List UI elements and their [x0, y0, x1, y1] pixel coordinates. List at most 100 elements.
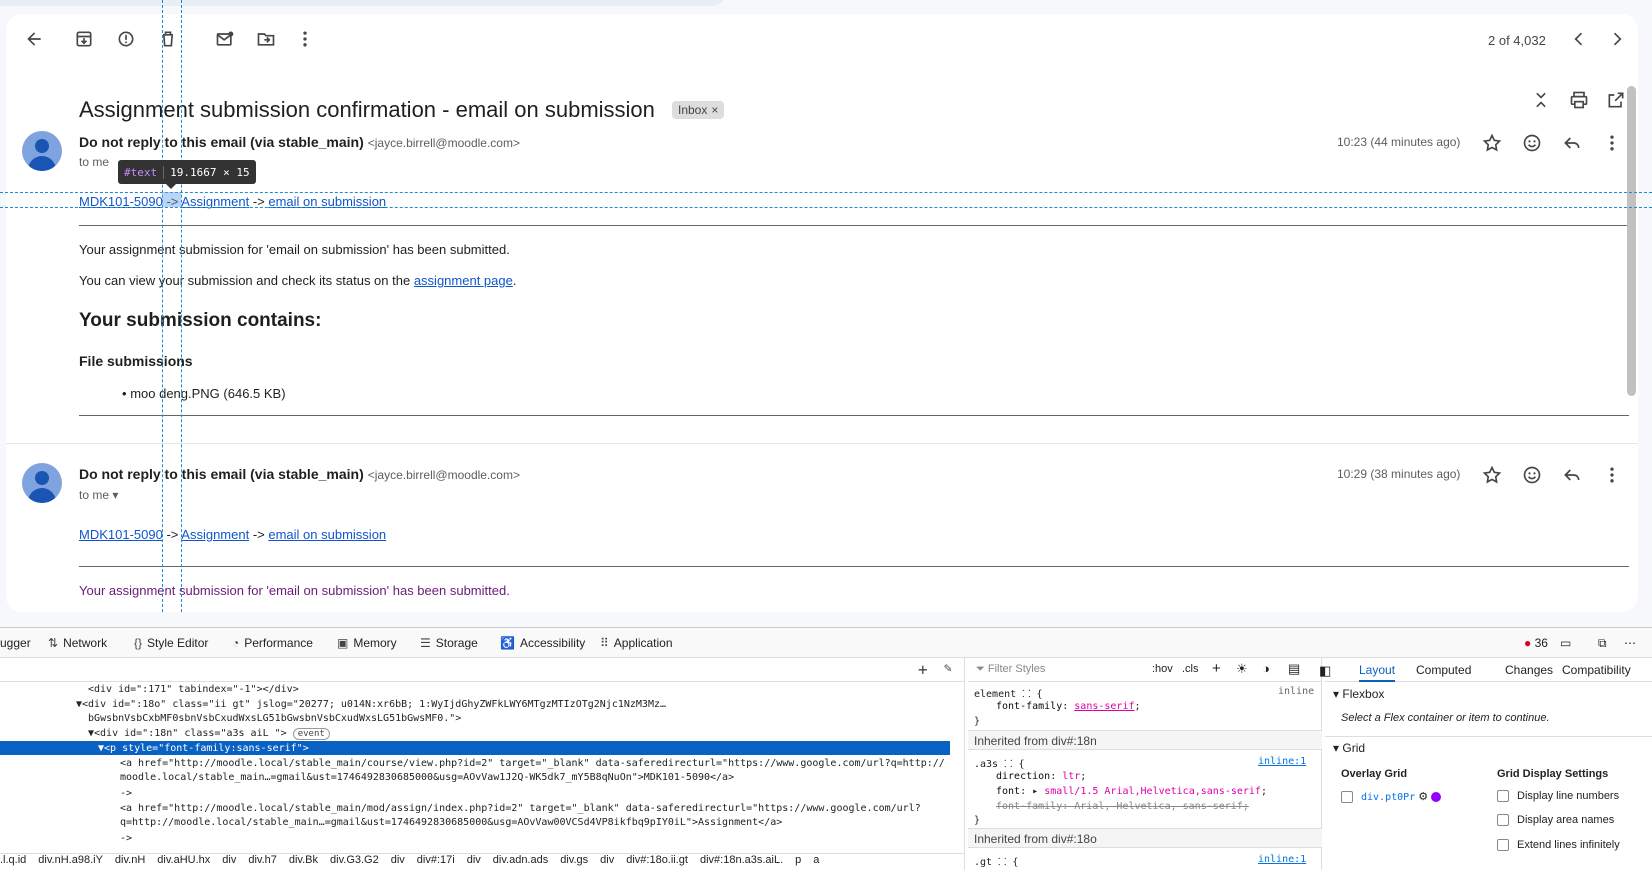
more-vert-icon[interactable]	[290, 24, 320, 54]
tab-changes[interactable]: Changes	[1505, 663, 1553, 677]
reply-icon[interactable]	[1560, 131, 1584, 155]
assignment-page-link[interactable]: assignment page	[414, 273, 513, 288]
flexbox-section[interactable]: ▾ Flexbox	[1325, 683, 1652, 705]
html-line[interactable]: ▼<div id=":18n" class="a3s aiL "> event	[88, 728, 330, 740]
filter-styles-input[interactable]: ⏷ Filter Styles	[976, 663, 1045, 676]
breadcrumb-node[interactable]: div	[391, 854, 405, 866]
chevron-left-icon[interactable]	[1564, 24, 1594, 54]
error-count[interactable]: ● 36	[1524, 636, 1548, 650]
display-area-names-option[interactable]: Display area names	[1497, 814, 1614, 827]
overridden-declaration[interactable]: font-family: Arial, Helvetica, sans-seri…	[996, 801, 1249, 812]
tab-performance[interactable]: ◔ Performance	[232, 636, 313, 650]
more-vert-icon[interactable]	[1600, 463, 1624, 487]
html-line[interactable]: ▼<div id=":18o" class="ii gt" jslog="202…	[76, 699, 666, 710]
responsive-mode-icon[interactable]: ▭	[1560, 636, 1571, 650]
html-line[interactable]: moodle.local/stable_main…=gmail&ust=1746…	[120, 772, 734, 783]
star-icon[interactable]	[1480, 131, 1504, 155]
breadcrumb-node[interactable]: p	[795, 854, 801, 866]
grid-section[interactable]: ▾ Grid	[1325, 736, 1652, 758]
breadcrumb-node[interactable]: div#:18o.ii.gt	[626, 854, 688, 866]
emoji-icon[interactable]	[1520, 131, 1544, 155]
arrow-back-icon[interactable]	[19, 24, 49, 54]
tab-memory[interactable]: ▣ Memory	[337, 636, 397, 650]
display-line-numbers-option[interactable]: Display line numbers	[1497, 790, 1619, 803]
extend-lines-option[interactable]: Extend lines infinitely	[1497, 839, 1620, 852]
breadcrumb-node[interactable]: div.nH.a98.iY	[38, 854, 103, 866]
scrollbar[interactable]	[1624, 74, 1638, 594]
avatar[interactable]	[22, 131, 62, 171]
html-line[interactable]: <a href="http://moodle.local/stable_main…	[120, 758, 945, 769]
rule-source-link[interactable]: inline:1	[1258, 854, 1306, 865]
grid-overlay-checkbox[interactable]	[1341, 791, 1353, 804]
breadcrumb-node[interactable]: a	[813, 854, 819, 866]
breadcrumb-node[interactable]: div	[600, 854, 614, 866]
course-link[interactable]: MDK101-5090	[79, 527, 163, 542]
tab-debugger[interactable]: ugger	[0, 636, 31, 650]
label-chip-inbox[interactable]: Inbox ×	[672, 101, 725, 119]
tab-accessibility[interactable]: ♿ Accessibility	[500, 636, 585, 650]
breadcrumb-node[interactable]: div	[467, 854, 481, 866]
html-line[interactable]: bGwsbnVsbCxbMF0sbnVsbCxudWxsLG51bGwsbnVs…	[76, 713, 461, 724]
star-icon[interactable]	[1480, 463, 1504, 487]
html-line-selected[interactable]: ▼<p style="font-family:sans-serif">	[98, 743, 309, 754]
close-icon[interactable]: ×	[711, 103, 718, 117]
breadcrumb-node[interactable]: div.G3.G2	[330, 854, 379, 866]
toggle-sidebar-icon[interactable]: ◧	[1319, 663, 1331, 679]
print-icon[interactable]	[1567, 88, 1591, 112]
cls-toggle[interactable]: .cls	[1182, 663, 1199, 675]
grid-color-swatch[interactable]	[1431, 792, 1442, 803]
chevron-right-icon[interactable]	[1602, 24, 1632, 54]
hov-toggle[interactable]: :hov	[1152, 663, 1173, 675]
style-declaration[interactable]: font: ▸ small/1.5 Arial,Helvetica,sans-s…	[996, 786, 1267, 797]
submission-link[interactable]: email on submission	[268, 527, 386, 542]
scrollbar-thumb[interactable]	[1627, 86, 1636, 396]
mark-unread-icon[interactable]	[210, 24, 240, 54]
breadcrumb-node[interactable]: div.adn.ads	[493, 854, 548, 866]
avatar[interactable]	[22, 463, 62, 503]
html-line[interactable]: <a href="http://moodle.local/stable_main…	[120, 803, 921, 814]
reply-icon[interactable]	[1560, 463, 1584, 487]
collapse-all-icon[interactable]	[1529, 88, 1553, 112]
grid-item-row[interactable]: div.pt0Pr ⚙	[1341, 790, 1442, 804]
checkbox[interactable]	[1497, 790, 1509, 803]
eyedropper-icon[interactable]: ✎	[944, 661, 952, 676]
more-vert-icon[interactable]	[1600, 131, 1624, 155]
report-spam-icon[interactable]	[111, 24, 141, 54]
breadcrumb-node[interactable]: div	[222, 854, 236, 866]
tab-computed[interactable]: Computed	[1416, 663, 1471, 677]
rule-source-link[interactable]: inline:1	[1258, 756, 1306, 767]
breadcrumb-node[interactable]: div.nH	[115, 854, 145, 866]
tab-network[interactable]: ⇅ Network	[48, 636, 107, 650]
more-horiz-icon[interactable]: ⋯	[1624, 636, 1636, 650]
tab-storage[interactable]: ☰ Storage	[420, 636, 478, 650]
checkbox[interactable]	[1497, 814, 1509, 827]
style-declaration[interactable]: font-family: sans-serif;	[996, 701, 1141, 712]
archive-icon[interactable]	[69, 24, 99, 54]
light-theme-icon[interactable]: ☀	[1236, 661, 1248, 677]
expand-triangle-icon[interactable]: ▸	[1032, 786, 1038, 797]
recipient-line[interactable]: to me ▾	[79, 488, 118, 502]
tab-layout[interactable]: Layout	[1359, 663, 1396, 682]
tab-style-editor[interactable]: {} Style Editor	[134, 636, 208, 650]
add-node-icon[interactable]: +	[918, 660, 928, 679]
delete-icon[interactable]	[153, 24, 183, 54]
html-line[interactable]: ->	[120, 788, 132, 799]
style-declaration[interactable]: direction: ltr;	[996, 771, 1086, 782]
add-rule-icon[interactable]: +	[1212, 660, 1221, 677]
breadcrumb-node[interactable]: div#:18n.a3s.aiL.	[700, 854, 783, 866]
emoji-icon[interactable]	[1520, 463, 1544, 487]
breadcrumb-node[interactable]: div.aHU.hx	[157, 854, 210, 866]
target-icon[interactable]: ⚙	[1418, 791, 1428, 803]
event-badge[interactable]: event	[292, 728, 330, 740]
element-rule[interactable]: element ⸬ {	[974, 686, 1043, 700]
html-line[interactable]: <div id=":171" tabindex="-1"></div>	[88, 684, 299, 695]
breadcrumb-node[interactable]: div.h7	[248, 854, 277, 866]
tab-compatibility[interactable]: Compatibility	[1562, 663, 1631, 677]
dock-icon[interactable]: ⧉	[1598, 636, 1607, 651]
assignment-link[interactable]: Assignment	[181, 527, 249, 542]
print-media-icon[interactable]: ▤	[1288, 661, 1300, 677]
html-line[interactable]: q=http://moodle.local/stable_main…=gmail…	[120, 817, 782, 828]
breadcrumb-node[interactable]: div#:17i	[417, 854, 455, 866]
move-to-icon[interactable]	[251, 24, 281, 54]
a3s-rule[interactable]: .a3s ⸬ {	[974, 756, 1024, 770]
